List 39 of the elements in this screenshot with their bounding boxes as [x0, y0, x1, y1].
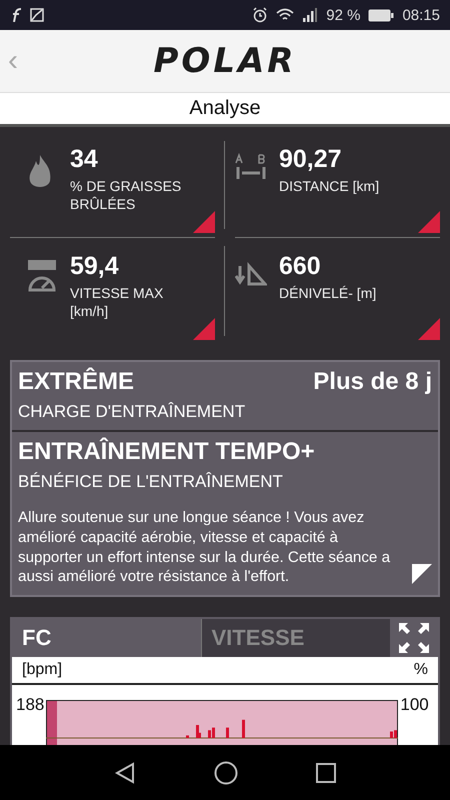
chart-tab[interactable]: VITESSE [200, 619, 390, 657]
stat-label: VITESSE MAX [km/h] [70, 285, 164, 320]
benefit-description: Allure soutenue sur une longue séance ! Vous avez amélioré capacité aérobie, vitesse et capacité à supporter un effort intense sur la durée. Cette séance a aussi amélioré votre résistance à l'effort. [18, 508, 392, 587]
axis-label: 100 [400, 695, 429, 715]
alarm-icon [252, 7, 268, 23]
home-nav-icon[interactable] [214, 760, 238, 784]
stat-value: 59,4 [70, 252, 120, 281]
corner-triangle-icon[interactable] [412, 564, 432, 584]
back-nav-icon[interactable] [114, 762, 136, 784]
training-benefit-label: BÉNÉFICE DE L'ENTRAÎNEMENT [18, 472, 284, 492]
axis-unit: [bpm] [22, 661, 62, 679]
stat-value: 34 [70, 145, 99, 174]
app-notification-icon [10, 8, 22, 22]
stat-label: DISTANCE [km] [279, 178, 380, 196]
corner-triangle-icon[interactable] [193, 211, 215, 233]
corner-triangle-icon[interactable] [193, 318, 215, 340]
training-load-title: EXTRÊME [18, 368, 134, 396]
battery-percent: 92 % [326, 6, 360, 24]
battery-icon [368, 8, 394, 22]
brand-logo: POLAR [154, 41, 296, 81]
clock-time: 08:15 [402, 6, 440, 24]
recents-nav-icon[interactable] [316, 762, 336, 782]
training-load-label: CHARGE D'ENTRAÎNEMENT [18, 402, 246, 422]
stat-label: DÉNIVELÉ- [m] [279, 285, 376, 302]
axis-label: 188 [16, 695, 44, 715]
back-button[interactable]: ‹ [2, 44, 24, 78]
training-benefit-title: ENTRAÎNEMENT TEMPO+ [18, 438, 316, 466]
stat-label: % DE GRAISSES BRÛLÉES [70, 178, 182, 213]
axis-unit: % [414, 661, 428, 679]
wifi-icon [276, 8, 294, 22]
recovery-time: Plus de 8 j [313, 368, 432, 396]
corner-triangle-icon[interactable] [418, 211, 440, 233]
stat-value: 90,27 [279, 145, 343, 174]
stat-value: 660 [279, 252, 322, 281]
page-title: Analyse [0, 93, 450, 127]
speedometer-icon [26, 260, 58, 294]
corner-triangle-icon[interactable] [418, 318, 440, 340]
image-notification-icon [30, 8, 44, 22]
signal-icon [302, 8, 318, 22]
